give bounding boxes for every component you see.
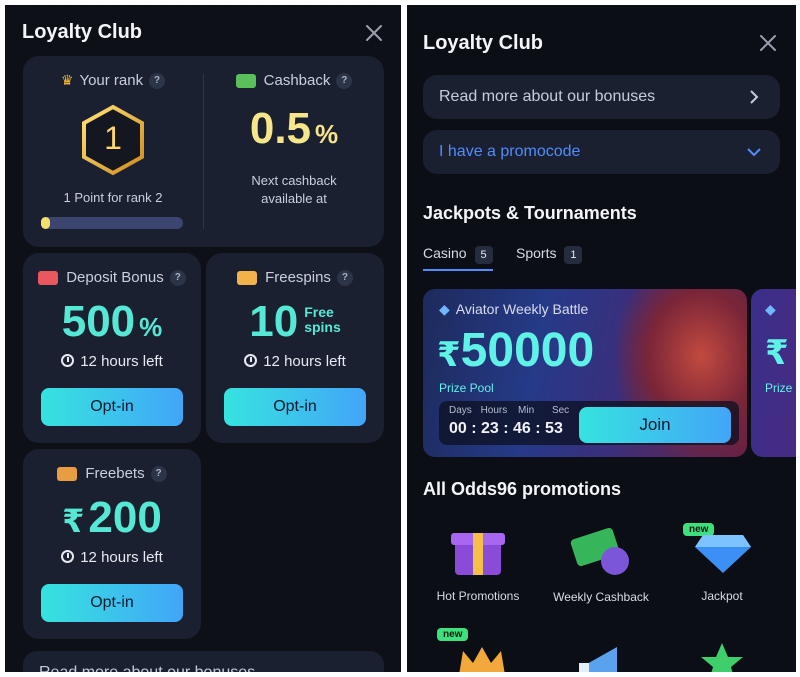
countdown-label-sec: Sec [551,405,570,416]
deposit-bonus-value: 500 [61,297,136,346]
promocode-label: I have a promocode [439,143,581,160]
cashback-money-icon [569,526,633,575]
clock-icon [61,354,75,367]
rank-value: 1 [104,120,122,156]
loyalty-club-panel-left: Loyalty Club ♛ Your rank? 1 1 Point for r… [5,5,401,672]
rank-progress-fill [41,217,50,229]
cashback-help-icon[interactable]: ? [336,73,353,90]
freebets-opt-in-button[interactable]: Opt-in [41,584,183,622]
countdown-days: 00 [449,420,467,437]
chevron-right-icon [750,90,759,104]
deposit-bonus-card: Deposit Bonus? 500% 12 hours left Opt-in [23,253,201,443]
countdown-label-hours: Hours [480,405,508,416]
clock-icon [61,550,75,563]
crown-icon [457,643,507,672]
close-icon[interactable] [363,22,385,44]
ticket-icon [57,467,78,482]
loyalty-club-panel-right: Loyalty Club Read more about our bonuses… [407,5,796,672]
read-more-label: Read more about our bonuses [439,88,656,105]
freespins-timer: 12 hours left [263,353,346,370]
freebets-help-icon[interactable]: ? [150,466,167,483]
promo-label-jackpot: Jackpot [701,589,743,603]
read-more-bonuses-button[interactable]: Read more about our bonuses [423,75,780,119]
panel-title: Loyalty Club [22,21,143,43]
cashback-value: 0.5 [249,104,312,153]
cashback-unit: % [315,119,339,149]
next-banner-prize-label: Prize [765,381,793,395]
gift-box-icon [451,525,505,575]
gift-card-icon [38,271,59,286]
promotions-title: All Odds96 promotions [423,479,622,499]
deposit-bonus-label: Deposit Bonus [66,269,164,286]
money-icon [235,74,256,89]
rank-section: ♛ Your rank? 1 1 Point for rank 2 [23,56,203,247]
rank-progress-bar [41,217,183,229]
rank-help-icon[interactable]: ? [149,73,166,90]
countdown-min: 46 [513,420,531,437]
freebets-card: Freebets? ₹200 12 hours left Opt-in [23,449,201,639]
tab-casino-count: 5 [474,246,493,264]
countdown-hours: 23 [481,420,499,437]
freespins-card: Freespins? 10 Free spins 12 hours left Opt… [206,253,384,443]
prize-pool-label: Prize Pool [439,381,494,395]
diamond-icon: ◆ [439,301,450,317]
rank-caption: 1 Point for rank 2 [63,190,163,205]
panel-title: Loyalty Club [423,32,544,54]
freespins-label: Freespins [265,269,331,286]
next-banner[interactable]: ◆ ₹ Prize [751,289,796,457]
clock-icon [244,354,258,367]
deposit-help-icon[interactable]: ? [169,270,186,287]
countdown-label-min: Min [518,405,535,416]
freebets-currency: ₹ [62,503,85,539]
freespins-help-icon[interactable]: ? [336,270,353,287]
close-icon[interactable] [757,32,779,54]
deposit-timer: 12 hours left [80,353,163,370]
freespins-value: 10 [249,297,299,346]
read-more-label: Read more about our bonuses [39,664,255,672]
tab-casino[interactable]: Casino 5 [423,245,493,264]
cashback-label: Cashback [263,72,331,89]
aviator-battle-banner[interactable]: ◆ Aviator Weekly Battle ₹50000 Prize Pool… [423,289,747,457]
tab-casino-label: Casino [423,245,467,261]
tab-sports[interactable]: Sports 1 [516,245,583,264]
next-banner-currency: ₹ [765,334,789,372]
jackpots-title: Jackpots & Tournaments [423,203,637,223]
promocode-dropdown[interactable]: I have a promocode [423,130,780,174]
cashback-caption: Next cashback available at [251,173,337,206]
freespins-unit-line2: spins [304,319,341,335]
cashback-section: Cashback? 0.5% Next cashback available a… [204,56,384,247]
freespins-unit-line1: Free [304,304,334,320]
deposit-bonus-unit: % [139,312,163,342]
crown-icon: ♛ [60,72,74,88]
chevron-down-icon [747,148,761,157]
freebets-label: Freebets [85,465,145,482]
tab-sports-label: Sports [516,245,557,261]
banner-currency: ₹ [437,336,461,374]
free-tag-icon [237,271,258,286]
tab-sports-count: 1 [564,246,583,264]
rank-cashback-card: ♛ Your rank? 1 1 Point for rank 2 Cashbac… [23,56,384,247]
join-button[interactable]: Join [579,407,731,443]
banner-name: Aviator Weekly Battle [455,301,589,317]
promo-label-hot: Hot Promotions [436,589,520,603]
countdown-label-days: Days [449,405,472,416]
freebets-timer: 12 hours left [80,549,163,566]
diamond-icon: ◆ [765,301,776,317]
read-more-bonuses-button[interactable]: Read more about our bonuses [23,651,384,672]
promo-label-weekly-cashback: Weekly Cashback [553,590,649,604]
rank-label: Your rank [79,72,144,89]
star-icon [697,641,747,672]
deposit-opt-in-button[interactable]: Opt-in [41,388,183,426]
freespins-opt-in-button[interactable]: Opt-in [224,388,366,426]
freebets-value: 200 [88,493,162,542]
new-badge: new [437,628,469,641]
active-tab-indicator [423,269,493,271]
megaphone-icon [577,641,627,672]
countdown-sec: 53 [545,420,563,437]
banner-amount: 50000 [460,324,595,377]
diamond-icon [695,535,751,573]
